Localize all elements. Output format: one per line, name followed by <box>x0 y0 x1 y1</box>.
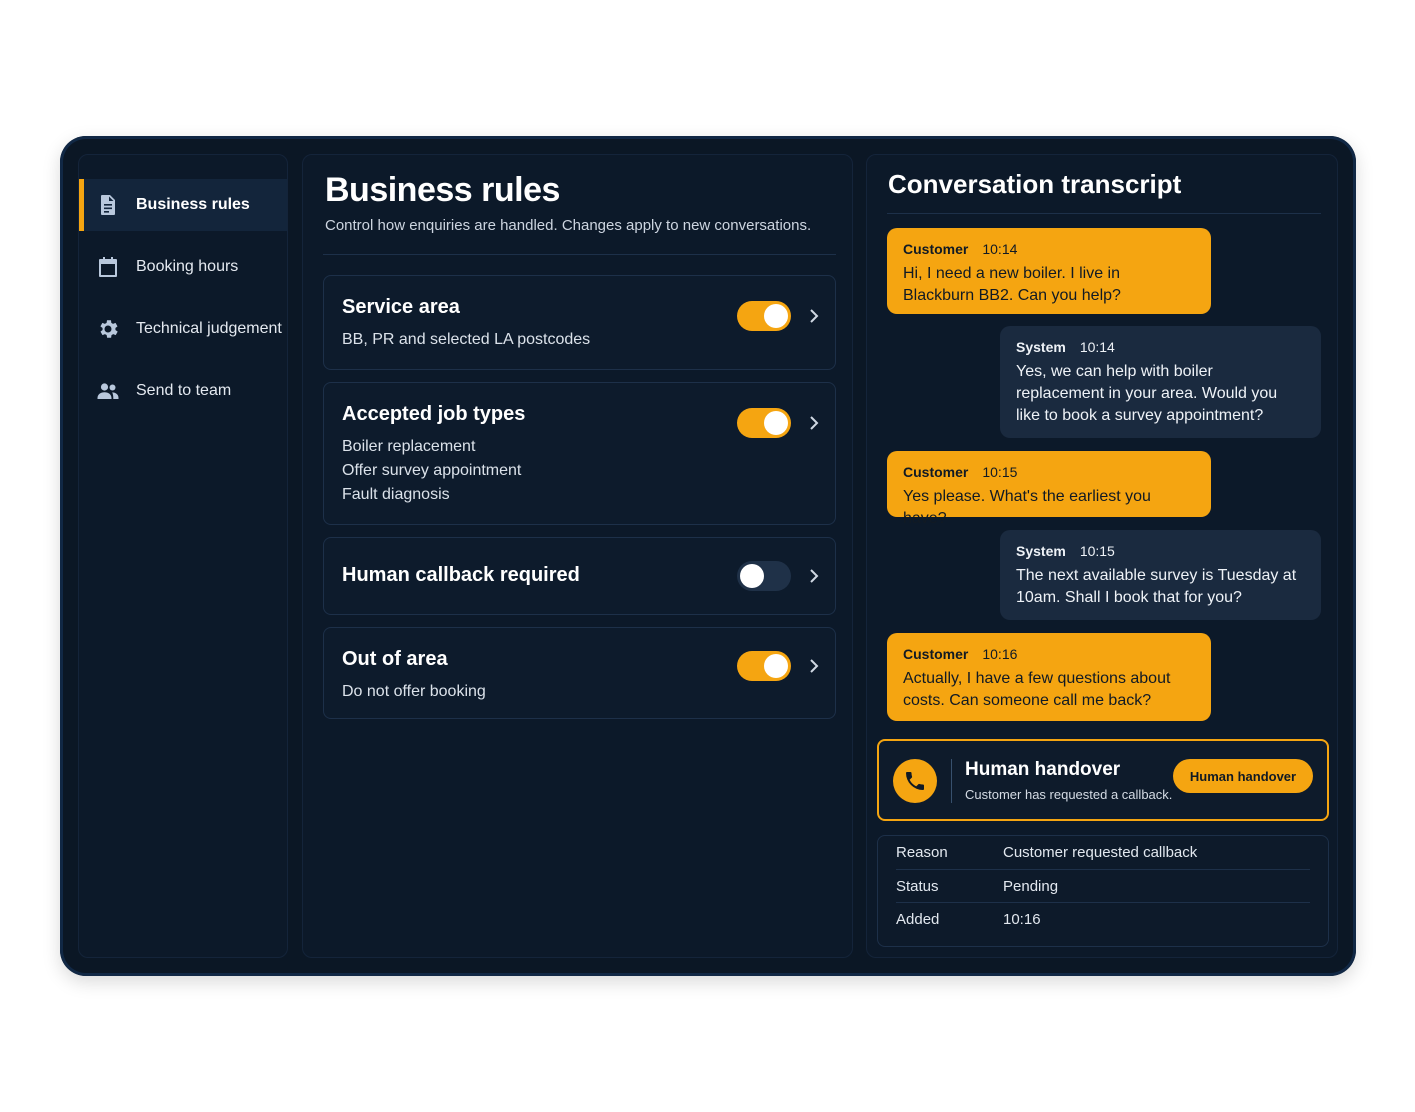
message-text: Actually, I have a few questions about c… <box>903 670 1171 709</box>
business-rules-panel: Business rules Control how enquiries are… <box>302 154 853 958</box>
handover-title: Human handover <box>965 759 1121 780</box>
sidebar-item-label: Business rules <box>136 196 250 213</box>
message-time: 10:15 <box>1079 543 1115 559</box>
service-area-toggle[interactable] <box>737 301 791 331</box>
message-sender: Customer <box>903 646 969 662</box>
rule-card-accepted-job-types[interactable]: Accepted job types Boiler replacement Of… <box>323 382 836 525</box>
separator <box>951 759 952 803</box>
rule-card-service-area[interactable]: Service area BB, PR and selected LA post… <box>323 275 836 370</box>
message-text: Yes please. What's the earliest you have… <box>903 488 1151 527</box>
detail-value: Customer requested callback <box>1003 844 1198 861</box>
customer-message: Customer 10:14 Hi, I need a new boiler. I… <box>887 228 1211 314</box>
system-message: System 10:15 The next available survey is… <box>1000 530 1321 620</box>
rule-detail: Boiler replacement <box>342 438 476 455</box>
page-subtitle: Control how enquiries are handled. Chang… <box>325 217 812 234</box>
accepted-job-types-toggle[interactable] <box>737 408 791 438</box>
gear-icon <box>95 316 121 342</box>
system-message: System 10:14 Yes, we can help with boiler… <box>1000 326 1321 438</box>
detail-row-status: Status Pending <box>896 869 1310 902</box>
message-sender: System <box>1016 543 1066 559</box>
human-handover-button[interactable]: Human handover <box>1173 759 1313 793</box>
rule-card-human-callback[interactable]: Human callback required <box>323 537 836 615</box>
team-icon <box>95 378 121 404</box>
phone-icon <box>893 759 937 803</box>
handover-details: Reason Customer requested callback Statu… <box>877 835 1329 947</box>
detail-value: 10:16 <box>1003 910 1041 928</box>
rule-detail: Do not offer booking <box>342 683 486 700</box>
transcript-panel: Conversation transcript Customer 10:14 Hi… <box>866 154 1338 958</box>
transcript-title: Conversation transcript <box>888 169 1182 199</box>
detail-row-added: Added 10:16 <box>896 902 1310 935</box>
detail-key: Added <box>896 910 940 928</box>
detail-key: Reason <box>896 844 948 861</box>
sidebar-item-send-to-team[interactable]: Send to team <box>79 365 287 417</box>
rule-card-out-of-area[interactable]: Out of area Do not offer booking <box>323 627 836 719</box>
detail-key: Status <box>896 877 939 895</box>
chevron-right-icon[interactable] <box>807 567 821 585</box>
page-title: Business rules <box>325 171 560 209</box>
sidebar-item-business-rules[interactable]: Business rules <box>79 179 287 231</box>
human-handover-card: Human handover Customer has requested a … <box>877 739 1329 821</box>
message-time: 10:14 <box>982 241 1018 257</box>
message-text: Hi, I need a new boiler. I live in Black… <box>903 265 1121 304</box>
out-of-area-toggle[interactable] <box>737 651 791 681</box>
sidebar-item-label: Send to team <box>136 382 232 399</box>
message-time: 10:15 <box>982 464 1018 480</box>
customer-message: Customer 10:16 Actually, I have a few que… <box>887 633 1211 721</box>
human-callback-toggle[interactable] <box>737 561 791 591</box>
app-window: Business rules Booking hours Technical j… <box>60 136 1356 976</box>
message-sender: Customer <box>903 464 969 480</box>
document-icon <box>95 192 121 218</box>
message-text: The next available survey is Tuesday at … <box>1016 567 1297 606</box>
calendar-icon <box>95 254 121 280</box>
message-time: 10:14 <box>1079 339 1115 355</box>
message-text: Yes, we can help with boiler replacement… <box>1016 363 1278 424</box>
chevron-right-icon[interactable] <box>807 657 821 675</box>
message-sender: System <box>1016 339 1066 355</box>
customer-message: Customer 10:15 Yes please. What's the ear… <box>887 451 1211 527</box>
detail-value: Pending <box>1003 877 1059 895</box>
handover-subtitle: Customer has requested a callback. <box>965 787 1173 802</box>
sidebar-item-label: Technical judgement <box>136 320 282 337</box>
sidebar-item-label: Booking hours <box>136 258 239 275</box>
sidebar-item-technical-judgement[interactable]: Technical judgement <box>79 303 287 355</box>
chevron-right-icon[interactable] <box>807 307 821 325</box>
rule-detail: Fault diagnosis <box>342 486 450 503</box>
message-sender: Customer <box>903 241 969 257</box>
rule-detail: BB, PR and selected LA postcodes <box>342 331 591 348</box>
sidebar: Business rules Booking hours Technical j… <box>78 154 288 958</box>
message-time: 10:16 <box>982 646 1018 662</box>
rule-detail: Offer survey appointment <box>342 462 522 479</box>
detail-row-reason: Reason Customer requested callback <box>896 836 1310 869</box>
divider <box>887 213 1321 214</box>
chevron-right-icon[interactable] <box>807 414 821 432</box>
sidebar-item-booking-hours[interactable]: Booking hours <box>79 241 287 293</box>
divider <box>323 254 836 255</box>
